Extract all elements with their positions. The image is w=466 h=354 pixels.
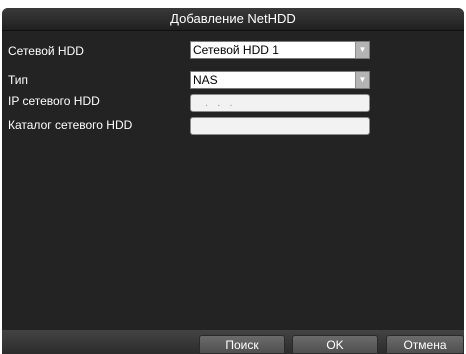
- add-nethdd-dialog: Добавление NetHDD Сетевой HDD Сетевой HD…: [2, 8, 464, 354]
- chevron-down-icon[interactable]: ▼: [355, 42, 369, 58]
- ip-label: IP сетевого HDD: [8, 94, 100, 108]
- type-label: Тип: [8, 73, 29, 87]
- chevron-down-icon[interactable]: ▼: [355, 72, 369, 88]
- search-button[interactable]: Поиск: [199, 335, 285, 354]
- directory-field[interactable]: [190, 117, 370, 135]
- net-hdd-value: Сетевой HDD 1: [193, 43, 279, 57]
- type-select[interactable]: NAS ▼: [190, 71, 370, 89]
- net-hdd-select[interactable]: Сетевой HDD 1 ▼: [190, 41, 370, 59]
- ok-button[interactable]: OK: [292, 335, 378, 354]
- net-hdd-label: Сетевой HDD: [8, 44, 84, 58]
- dialog-title: Добавление NetHDD: [2, 8, 464, 31]
- directory-label: Каталог сетевого HDD: [8, 118, 133, 132]
- ip-address-field[interactable]: . . .: [190, 94, 370, 112]
- cancel-button[interactable]: Отмена: [386, 335, 464, 354]
- type-value: NAS: [193, 73, 218, 87]
- dialog-footer: Поиск OK Отмена: [2, 330, 464, 354]
- ip-address-value: . . .: [205, 97, 233, 109]
- screen: Добавление NetHDD Сетевой HDD Сетевой HD…: [0, 0, 466, 354]
